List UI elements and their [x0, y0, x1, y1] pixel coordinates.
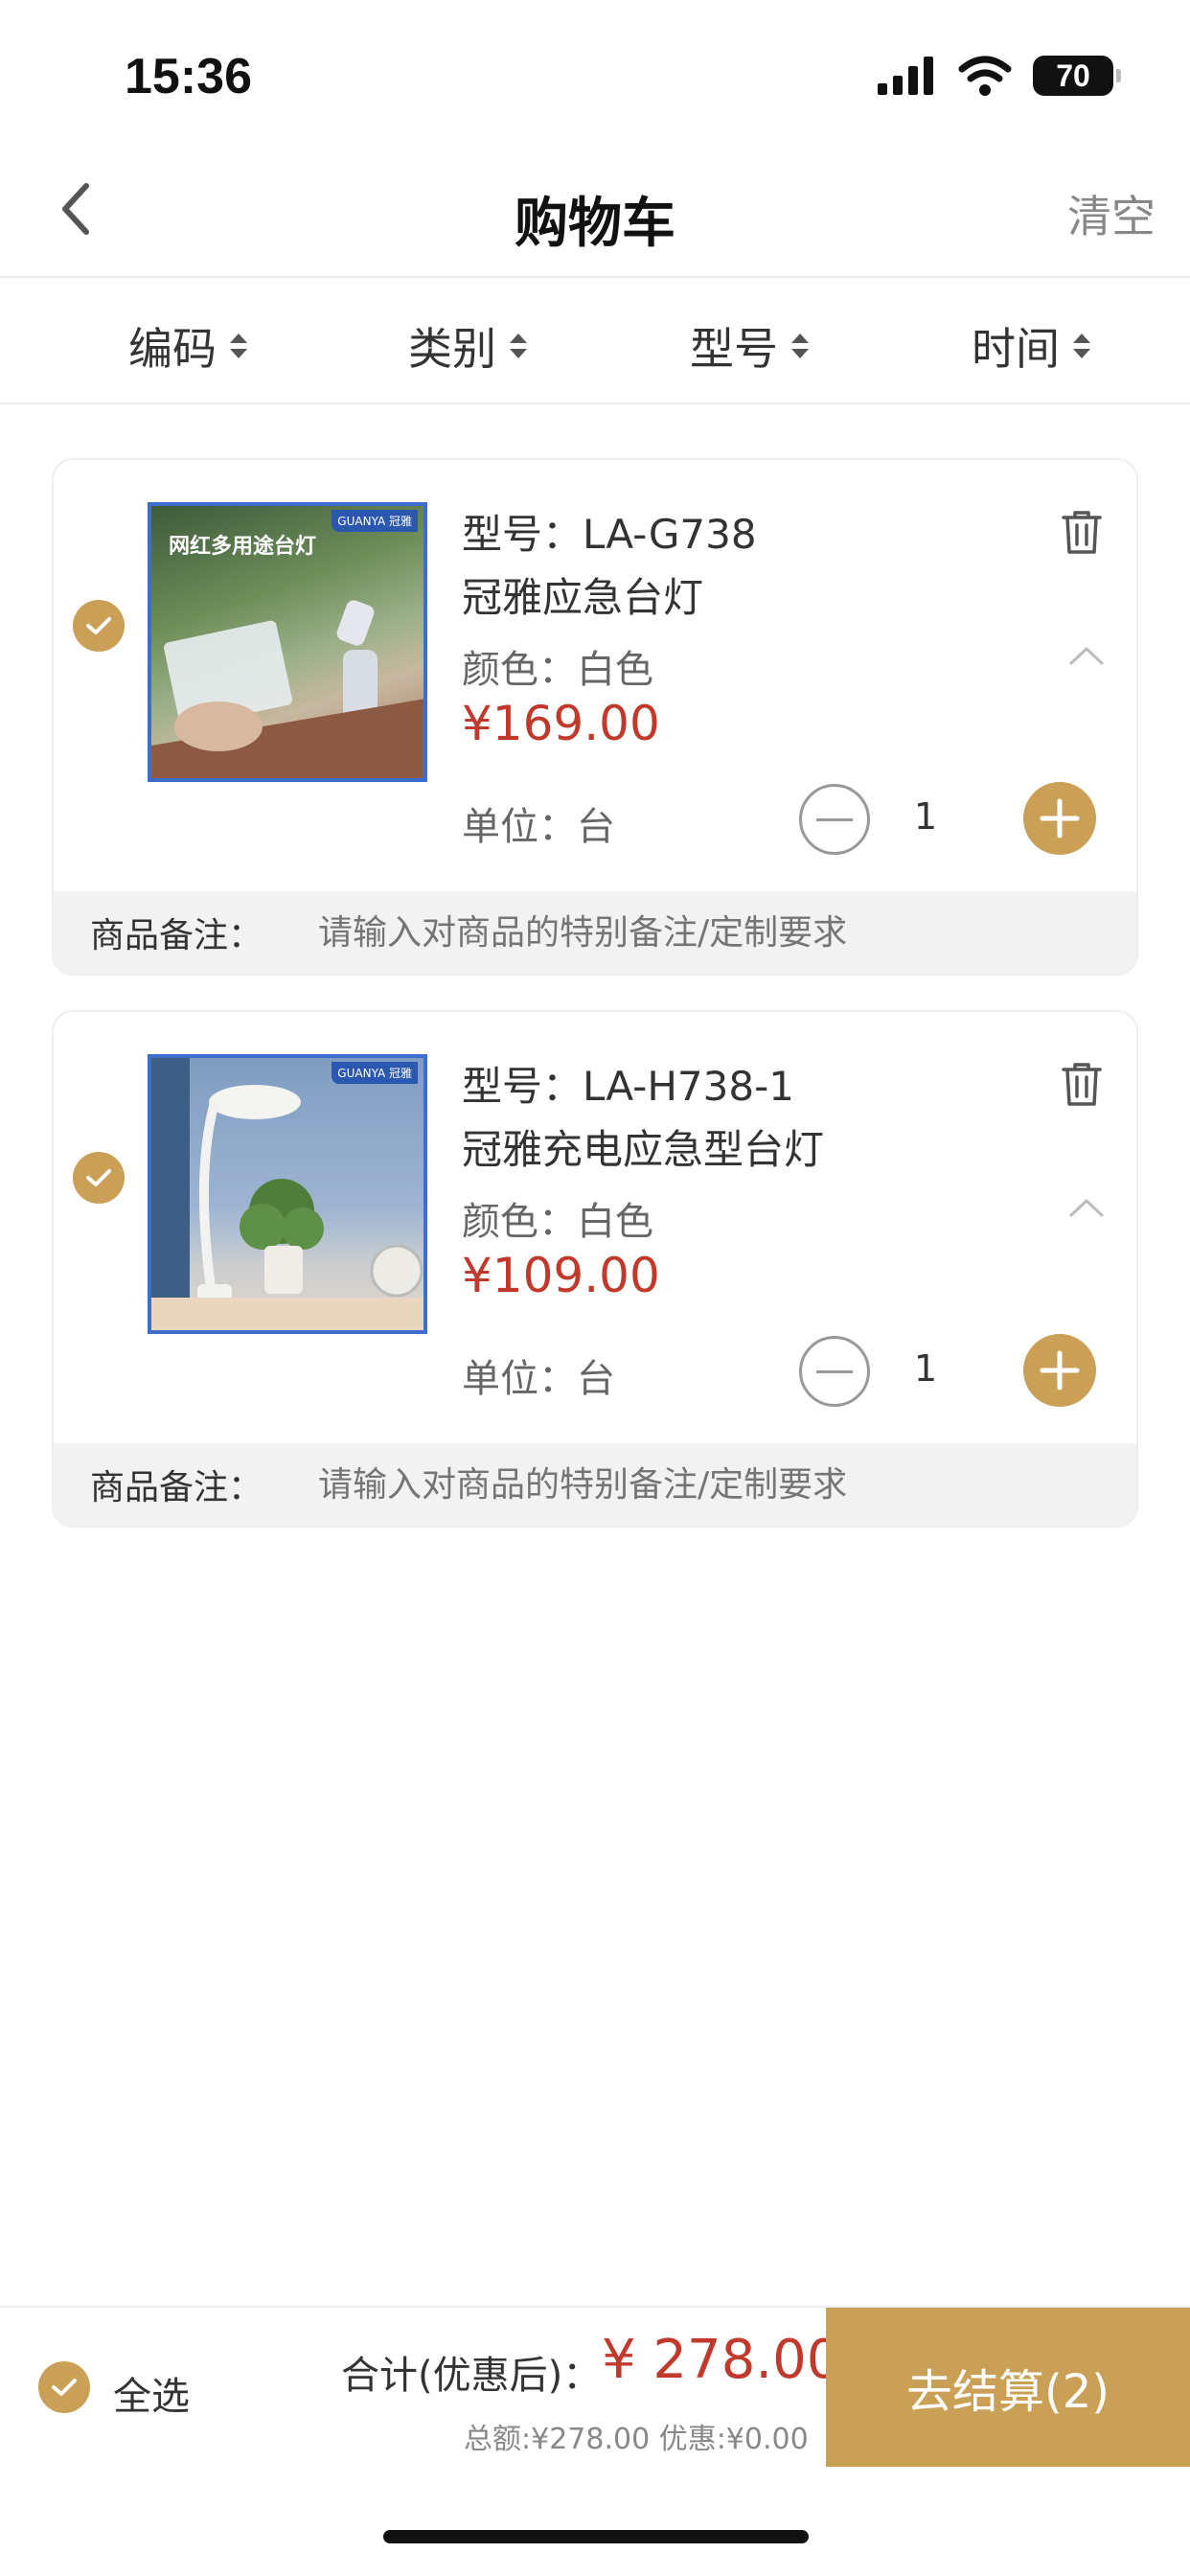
- quantity-increase-button[interactable]: [1023, 1334, 1096, 1407]
- sort-label: 类别: [408, 323, 496, 375]
- sort-by-category[interactable]: 类别: [408, 314, 527, 378]
- home-indicator[interactable]: [383, 2530, 809, 2543]
- minus-icon: [816, 817, 853, 821]
- cart-item: GUANYA 冠雅 型号：LA-H738-1 冠雅充电应急型台灯 颜色：白色 ¥…: [52, 1010, 1138, 1528]
- item-checkbox[interactable]: [73, 1152, 125, 1204]
- lamp-illustration: [151, 600, 423, 778]
- status-bar: 15:36 70: [0, 0, 1190, 144]
- status-icons: 70: [876, 56, 1121, 96]
- sort-label: 时间: [972, 323, 1060, 375]
- note-label: 商品备注：: [90, 916, 263, 955]
- wifi-icon: [958, 56, 1012, 96]
- total-breakdown: 总额:¥278.00 优惠:¥0.00: [464, 2423, 809, 2456]
- product-price: ¥169.00: [462, 696, 660, 751]
- quantity-decrease-button[interactable]: [799, 1336, 870, 1407]
- sort-by-code[interactable]: 编码: [128, 314, 247, 378]
- product-model: 型号：LA-H738-1: [462, 1063, 794, 1110]
- nav-bar: 购物车 清空: [0, 144, 1190, 278]
- plus-icon: [1040, 1350, 1080, 1391]
- product-unit: 单位：台: [462, 1357, 615, 1401]
- chevron-up-icon[interactable]: [1067, 644, 1106, 667]
- quantity-value[interactable]: 1: [897, 795, 954, 838]
- battery-icon: 70: [1033, 56, 1121, 96]
- product-color: 颜色：白色: [462, 1200, 653, 1244]
- checkout-button[interactable]: 去结算(2): [826, 2308, 1190, 2467]
- product-color: 颜色：白色: [462, 648, 653, 692]
- check-icon: [52, 2379, 77, 2396]
- sort-by-time[interactable]: 时间: [972, 314, 1090, 378]
- sort-arrows-icon: [1073, 334, 1090, 358]
- sort-by-model[interactable]: 型号: [690, 314, 809, 378]
- product-image[interactable]: GUANYA 冠雅: [148, 1054, 427, 1334]
- quantity-increase-button[interactable]: [1023, 782, 1096, 855]
- total-label: 合计(优惠后)：: [341, 2354, 602, 2398]
- note-input[interactable]: [318, 1464, 990, 1505]
- sort-arrows-icon: [230, 334, 247, 358]
- product-name: 冠雅应急台灯: [462, 574, 704, 621]
- trash-icon[interactable]: [1060, 1060, 1104, 1108]
- plus-icon: [1040, 798, 1080, 839]
- trash-icon[interactable]: [1060, 508, 1104, 556]
- sort-label: 型号: [690, 323, 778, 375]
- minus-icon: [816, 1369, 853, 1373]
- checkout-bar: 全选 合计(优惠后)： ¥ 278.00 总额:¥278.00 优惠:¥0.00…: [0, 2306, 1190, 2467]
- sort-bar: 编码 类别 型号 时间: [0, 280, 1190, 404]
- product-unit: 单位：台: [462, 805, 615, 849]
- sort-arrows-icon: [791, 334, 809, 358]
- quantity-value[interactable]: 1: [897, 1347, 954, 1390]
- check-icon: [86, 1169, 111, 1186]
- select-all-label[interactable]: 全选: [113, 2365, 190, 2421]
- page-title: 购物车: [515, 193, 675, 255]
- product-model: 型号：LA-G738: [462, 511, 757, 558]
- clear-cart-button[interactable]: 清空: [1067, 182, 1156, 245]
- product-name: 冠雅充电应急型台灯: [462, 1126, 825, 1173]
- select-all-checkbox[interactable]: [38, 2361, 90, 2413]
- note-input[interactable]: [318, 912, 990, 953]
- lamp-illustration: [151, 1058, 423, 1330]
- check-icon: [86, 617, 111, 634]
- item-note-row: 商品备注：: [54, 891, 1136, 974]
- status-time: 15:36: [125, 49, 252, 104]
- item-note-row: 商品备注：: [54, 1443, 1136, 1526]
- sort-arrows-icon: [510, 334, 527, 358]
- total-amount: ¥ 278.00: [602, 2329, 841, 2391]
- product-image[interactable]: GUANYA 冠雅 网红多用途台灯: [148, 502, 427, 782]
- note-label: 商品备注：: [90, 1468, 263, 1507]
- item-checkbox[interactable]: [73, 600, 125, 652]
- signal-icon: [878, 57, 933, 95]
- quantity-decrease-button[interactable]: [799, 784, 870, 855]
- chevron-up-icon[interactable]: [1067, 1196, 1106, 1219]
- product-price: ¥109.00: [462, 1248, 660, 1303]
- sort-label: 编码: [128, 323, 217, 375]
- cart-item: GUANYA 冠雅 网红多用途台灯 型号：LA-G738 冠雅应急台灯 颜色：白…: [52, 458, 1138, 976]
